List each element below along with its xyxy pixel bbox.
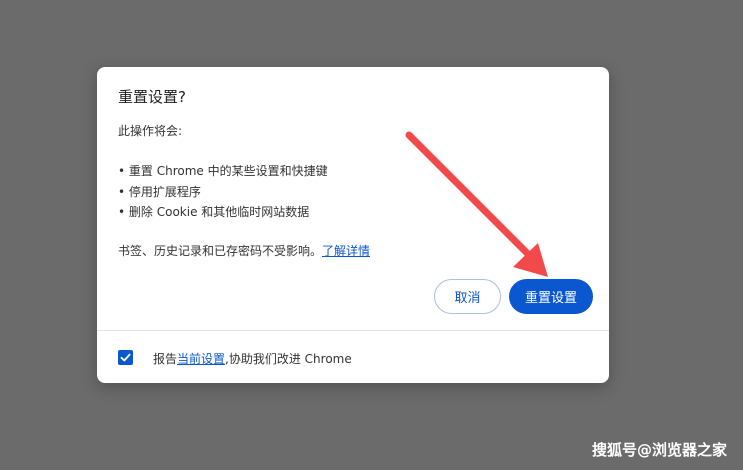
dialog-intro: 此操作将会: — [118, 124, 183, 138]
learn-more-link[interactable]: 了解详情 — [322, 244, 370, 258]
current-settings-link[interactable]: 当前设置 — [177, 352, 225, 366]
watermark: 搜狐号@浏览器之家 — [591, 441, 727, 459]
report-label: 报告当前设置,协助我们改进 Chrome — [153, 350, 352, 367]
reset-settings-button[interactable]: 重置设置 — [509, 279, 593, 314]
checkmark-icon — [120, 353, 131, 362]
effects-list: 重置 Chrome 中的某些设置和快捷键 停用扩展程序 删除 Cookie 和其… — [118, 161, 328, 223]
divider — [97, 330, 609, 331]
list-item: 重置 Chrome 中的某些设置和快捷键 — [118, 161, 328, 182]
report-checkbox[interactable] — [118, 350, 133, 365]
report-prefix: 报告 — [153, 352, 178, 366]
cancel-button[interactable]: 取消 — [434, 279, 501, 314]
list-item: 删除 Cookie 和其他临时网站数据 — [118, 202, 328, 223]
note-text: 书签、历史记录和已存密码不受影响。 — [118, 244, 323, 258]
report-suffix: ,协助我们改进 Chrome — [225, 352, 352, 366]
dialog-title: 重置设置? — [118, 88, 186, 106]
list-item: 停用扩展程序 — [118, 182, 328, 203]
reset-settings-dialog: 重置设置? 此操作将会: 重置 Chrome 中的某些设置和快捷键 停用扩展程序… — [97, 67, 609, 383]
unaffected-note: 书签、历史记录和已存密码不受影响。了解详情 — [118, 242, 370, 259]
